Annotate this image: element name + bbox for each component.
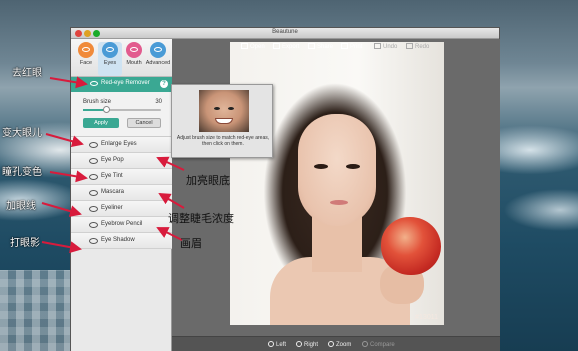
brush-size-label: Brush size	[83, 99, 112, 105]
category-label: Advanced	[145, 60, 171, 66]
share-button[interactable]: Share	[308, 43, 333, 50]
compare-label: Compare	[370, 342, 395, 348]
tool-eyeliner[interactable]: Eyeliner	[71, 201, 172, 217]
brush-preview-popup: Adjust brush size to match red-eye areas…	[171, 84, 273, 158]
cancel-button[interactable]: Cancel	[127, 118, 161, 128]
lips	[330, 200, 348, 205]
rotate-left-label: Left	[276, 342, 287, 348]
annotation-red-eye: 去红眼	[12, 68, 42, 79]
enlarge-eyes-icon	[89, 142, 98, 148]
annotation-pupil-color: 瞳孔变色	[2, 167, 42, 178]
share-icon	[308, 43, 315, 49]
compare-button[interactable]: Compare	[362, 341, 395, 348]
tool-label: Enlarge Eyes	[101, 141, 137, 147]
rotate-right-icon	[296, 341, 302, 347]
category-bar: Face Eyes Mouth Advanced	[71, 39, 172, 77]
undo-icon	[374, 43, 381, 49]
brush-size-slider[interactable]	[83, 106, 161, 113]
tool-enlarge-eyes[interactable]: Enlarge Eyes	[71, 137, 172, 153]
red-eye-remover-tool[interactable]: Red-eye Remover ?	[71, 77, 172, 92]
compare-icon	[362, 341, 368, 347]
open-label: Open	[250, 44, 265, 50]
open-icon	[241, 43, 248, 49]
tool-eye-shadow[interactable]: Eye Shadow	[71, 233, 172, 249]
left-eye	[314, 164, 328, 169]
rotate-right-label: Right	[304, 342, 319, 348]
export-button[interactable]: Export	[273, 43, 299, 50]
category-label: Mouth	[126, 60, 142, 66]
zoom-icon	[328, 341, 334, 347]
apple	[381, 217, 441, 275]
slider-knob[interactable]	[102, 106, 110, 113]
title-bar: Beautune	[71, 28, 499, 39]
zoom-button[interactable]: Zoom	[328, 341, 351, 348]
tool-label: Eyebrow Pencil	[101, 221, 143, 227]
redo-icon	[406, 43, 413, 49]
photo-watermark: #13011	[415, 314, 438, 321]
export-label: Export	[282, 44, 300, 50]
eye-shadow-icon	[89, 238, 98, 244]
open-button[interactable]: Open	[241, 43, 265, 50]
tool-label: Eyeliner	[101, 205, 123, 211]
export-icon	[273, 43, 280, 49]
tool-eye-tint[interactable]: Eye Tint	[71, 169, 172, 185]
category-mouth[interactable]: Mouth	[122, 42, 146, 76]
face	[298, 114, 376, 226]
print-icon	[341, 43, 348, 49]
eye-tint-icon	[89, 174, 98, 180]
undo-label: Undo	[383, 44, 398, 50]
eye-pop-icon	[89, 158, 98, 164]
eyeliner-icon	[89, 206, 98, 212]
annotation-brighten: 加亮眼底	[186, 175, 230, 187]
annotation-eyebrow: 画眉	[180, 238, 202, 250]
tool-eye-pop[interactable]: Eye Pop	[71, 153, 172, 169]
tool-label: Mascara	[101, 189, 125, 195]
zoom-label: Zoom	[336, 342, 352, 348]
right-eye	[346, 164, 360, 169]
preview-instructions: Adjust brush size to match red-eye areas…	[176, 135, 270, 147]
rotate-right-button[interactable]: Right	[296, 341, 318, 348]
side-panel: Face Eyes Mouth Advanced Red-eye Remover…	[71, 39, 172, 351]
window-title: Beautune	[272, 29, 298, 35]
annotation-eyeliner: 加眼线	[6, 201, 36, 212]
rotate-left-button[interactable]: Left	[268, 341, 286, 348]
main-toolbar: Open Export Share Print	[159, 41, 369, 55]
redo-label: Redo	[415, 44, 430, 50]
category-face[interactable]: Face	[74, 42, 98, 76]
print-button[interactable]: Print	[341, 43, 362, 50]
category-label: Eyes	[103, 60, 117, 66]
apply-button[interactable]: Apply	[83, 118, 119, 128]
annotation-enlarge-eyes: 变大眼儿	[2, 128, 42, 139]
tool-eyebrow-pencil[interactable]: Eyebrow Pencil	[71, 217, 172, 233]
help-icon[interactable]: ?	[160, 80, 168, 88]
eyebrow-pencil-icon	[89, 222, 98, 228]
history-toolbar: Undo Redo	[370, 41, 440, 55]
tool-label: Eye Pop	[101, 157, 124, 163]
category-eyes[interactable]: Eyes	[98, 42, 122, 76]
brush-size-value: 30	[155, 99, 162, 105]
bottom-toolbar: Left Right Zoom Compare	[172, 336, 500, 351]
undo-button[interactable]: Undo	[374, 43, 397, 50]
brush-settings: Brush size 30 Apply Cancel	[71, 92, 172, 137]
redo-button[interactable]: Redo	[406, 43, 429, 50]
category-label: Face	[79, 60, 93, 66]
rotate-left-icon	[268, 341, 274, 347]
red-eye-icon	[90, 81, 98, 86]
tool-label: Eye Tint	[101, 173, 123, 179]
mascara-icon	[89, 190, 98, 196]
tool-label: Eye Shadow	[101, 237, 135, 243]
red-eye-label: Red-eye Remover	[101, 80, 150, 86]
tool-mascara[interactable]: Mascara	[71, 185, 172, 201]
preview-face-image	[199, 90, 249, 132]
face-icon	[78, 42, 94, 58]
annotation-eye-shadow: 打眼影	[10, 238, 40, 249]
eye-icon	[102, 42, 118, 58]
annotation-mascara: 调整睫毛浓度	[168, 213, 234, 225]
print-label: Print	[350, 44, 363, 50]
mouth-icon	[126, 42, 142, 58]
share-label: Share	[317, 44, 334, 50]
